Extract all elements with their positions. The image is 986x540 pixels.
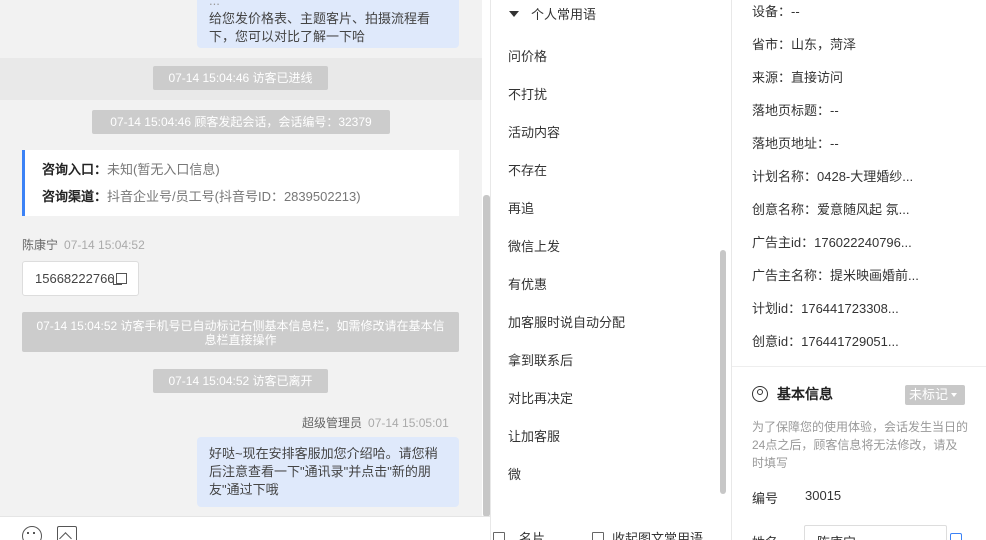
info-device: 设备：-- <box>752 4 800 19</box>
user-icon <box>752 386 768 402</box>
phrase-group-header[interactable]: 个人常用语 <box>509 4 596 23</box>
consult-channel-label: 咨询渠道： <box>42 189 108 204</box>
system-message-phone-note: 07-14 15:04:52 访客手机号已自动标记右侧基本信息栏，如需修改请在基… <box>22 312 459 352</box>
name-field[interactable]: 陈康宁 <box>804 525 947 540</box>
phone-number: 15668222766 <box>35 271 115 286</box>
phrase-list: 问价格 不打扰 活动内容 不存在 再追 微信上发 有优惠 加客服时说自动分配 拿… <box>508 46 625 502</box>
id-label: 编号 <box>752 491 779 506</box>
message-line: ... <box>209 0 220 8</box>
consult-channel-row: 咨询渠道：抖音企业号/员工号(抖音号ID：2839502213) <box>42 187 459 214</box>
consult-source-card: 咨询入口：未知(暂无入口信息) 咨询渠道：抖音企业号/员工号(抖音号ID：283… <box>22 150 459 216</box>
info-source: 来源：直接访问 <box>752 70 844 85</box>
business-card-button[interactable]: 名片 <box>493 528 545 540</box>
phrase-item[interactable]: 微信上发 <box>508 236 625 274</box>
consult-entry-label: 咨询入口： <box>42 162 108 177</box>
system-message-session-start: 07-14 15:04:46 顾客发起会话，会话编号：32379 <box>92 110 390 134</box>
phrase-item[interactable]: 让加客服 <box>508 426 625 464</box>
card-icon <box>493 532 505 540</box>
basic-info-title: 基本信息 <box>752 384 833 404</box>
phrase-item[interactable]: 不存在 <box>508 160 625 198</box>
visitor-timestamp: 07-14 15:04:52 <box>64 238 145 252</box>
info-creative-id: 创意id：176441729051... <box>752 334 899 349</box>
message-line: 给您发价格表、主题客片、拍摄流程看 <box>209 11 431 26</box>
business-card-label: 名片 <box>519 531 546 540</box>
info-creative-name: 创意名称：爱意随风起 氛... <box>752 202 910 217</box>
phrase-item[interactable]: 加客服时说自动分配 <box>508 312 625 350</box>
phrase-group-title: 个人常用语 <box>531 7 597 22</box>
phrase-item[interactable]: 微 <box>508 464 625 502</box>
message-line: 下，您可以对比了解一下哈 <box>209 29 366 44</box>
consult-channel-value: 抖音企业号/员工号(抖音号ID：2839502213) <box>107 189 361 204</box>
collapse-phrases-button[interactable]: 收起图文常用语 <box>592 528 703 540</box>
edit-icon[interactable] <box>950 533 962 540</box>
common-phrases-panel: 个人常用语 问价格 不打扰 活动内容 不存在 再追 微信上发 有优惠 加客服时说… <box>490 0 730 540</box>
edit-deadline-notice: 为了保障您的使用体验，会话发生当日的24点之后，顾客信息将无法修改，请及时填写 <box>752 420 969 470</box>
caret-down-icon <box>951 393 958 397</box>
phrase-item[interactable]: 再追 <box>508 198 625 236</box>
system-message-leave: 07-14 15:04:52 访客已离开 <box>153 369 328 393</box>
info-landing-url: 落地页地址：-- <box>752 136 839 151</box>
admin-name: 超级管理员 <box>302 416 363 430</box>
document-icon <box>592 532 604 540</box>
phrase-item[interactable]: 有优惠 <box>508 274 625 312</box>
input-toolbar <box>0 516 490 540</box>
info-plan-id: 计划id：176441723308... <box>752 301 899 316</box>
section-divider <box>732 366 986 367</box>
system-message-enter: 07-14 15:04:46 访客已进线 <box>153 66 328 90</box>
chat-scrollbar[interactable] <box>483 195 490 517</box>
copy-icon[interactable] <box>112 273 127 285</box>
phrase-item[interactable]: 不打扰 <box>508 84 625 122</box>
name-label: 姓名 <box>752 532 778 540</box>
image-icon[interactable] <box>57 526 77 540</box>
phrases-scrollbar[interactable] <box>720 250 726 494</box>
info-advertiser-name: 广告主名称：提米映画婚前... <box>752 268 919 283</box>
visitor-sender: 陈康宁 07-14 15:04:52 <box>22 236 145 253</box>
tag-select[interactable]: 未标记 <box>905 385 965 405</box>
collapse-phrases-label: 收起图文常用语 <box>612 531 704 540</box>
consult-entry-row: 咨询入口：未知(暂无入口信息) <box>42 160 459 187</box>
visitor-info-panel: 设备：-- 省市：山东，菏泽 来源：直接访问 落地页标题：-- 落地页地址：--… <box>731 0 986 540</box>
basic-info-label: 基本信息 <box>777 386 833 402</box>
info-plan-name: 计划名称：0428-大理婚纱... <box>752 169 914 184</box>
emoji-icon[interactable] <box>22 526 42 540</box>
admin-message-bubble: 好哒~现在安排客服加您介绍哈。请您稍后注意查看一下"通讯录"并点击"新的朋友"通… <box>197 437 459 507</box>
visitor-name: 陈康宁 <box>22 238 59 252</box>
visitor-source-list: 设备：-- 省市：山东，菏泽 来源：直接访问 落地页标题：-- 落地页地址：--… <box>752 2 919 365</box>
admin-timestamp: 07-14 15:05:01 <box>368 416 449 430</box>
chat-panel: ... 给您发价格表、主题客片、拍摄流程看 下，您可以对比了解一下哈 07-14… <box>0 0 482 516</box>
admin-sender: 超级管理员 07-14 15:05:01 <box>302 414 449 431</box>
consult-entry-value: 未知(暂无入口信息) <box>107 162 220 177</box>
info-advertiser-id: 广告主id：176022240796... <box>752 235 912 250</box>
info-landing-title: 落地页标题：-- <box>752 103 839 118</box>
caret-down-icon <box>509 11 519 17</box>
phrase-item[interactable]: 拿到联系后 <box>508 350 625 388</box>
phrase-item[interactable]: 活动内容 <box>508 122 625 160</box>
message-bubble-top: ... 给您发价格表、主题客片、拍摄流程看 下，您可以对比了解一下哈 <box>197 0 459 48</box>
id-value: 30015 <box>805 488 842 503</box>
info-region: 省市：山东，菏泽 <box>752 37 857 52</box>
phrase-item[interactable]: 问价格 <box>508 46 625 84</box>
tag-select-value: 未标记 <box>909 387 949 402</box>
phone-message[interactable]: 15668222766 <box>22 261 139 296</box>
phrase-item[interactable]: 对比再决定 <box>508 388 625 426</box>
